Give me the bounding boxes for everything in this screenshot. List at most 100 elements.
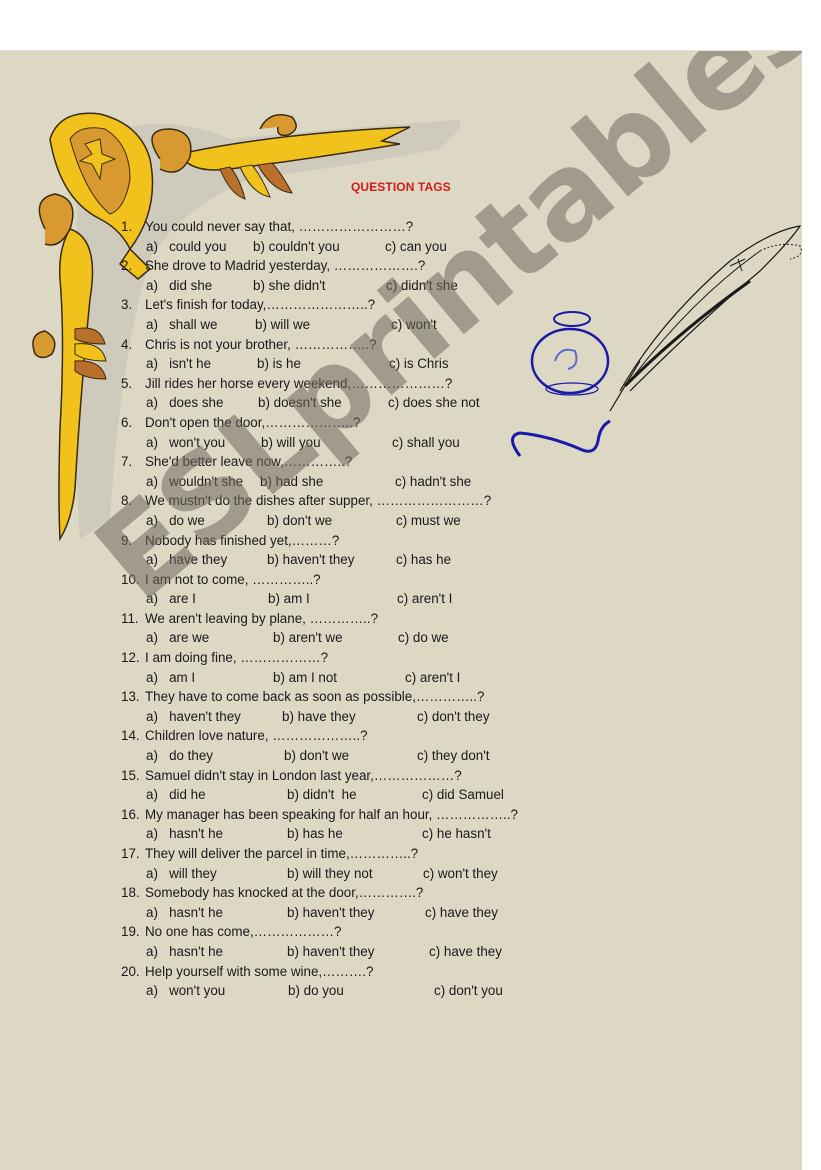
question-number: 17. — [121, 846, 140, 861]
question-number: 9. — [121, 532, 133, 548]
question-text: Chris is not your brother, ……………..? — [145, 336, 377, 352]
answer-option-b: b) has he — [287, 826, 343, 842]
answer-option-b: b) will you — [261, 434, 321, 450]
answer-option-a: a) wouldn't she — [146, 473, 244, 489]
answer-option-b: b) haven't they — [287, 904, 375, 920]
answer-option-b: b) am I not — [273, 669, 338, 685]
question-text: Samuel didn't stay in London last year,…… — [145, 767, 462, 783]
inkwell-quill-icon — [511, 225, 802, 457]
answer-option-a: a) am I — [146, 669, 196, 685]
answer-option-b: b) aren't we — [273, 630, 343, 646]
answer-option-b: b) don't we — [284, 748, 350, 764]
question-text: We aren't leaving by plane, …………..? — [145, 610, 379, 626]
answer-option-a: a) do we — [146, 512, 205, 528]
answer-option-a: a) did she — [146, 277, 213, 293]
answer-option-b: b) didn't he — [287, 787, 357, 803]
question-number: 2. — [121, 258, 133, 274]
answer-option-b: b) have they — [282, 708, 356, 724]
question-number: 19. — [121, 924, 140, 940]
answer-option-c: c) must we — [396, 512, 461, 528]
question-number: 12. — [121, 650, 140, 666]
question-number: 14. — [121, 728, 140, 744]
answer-option-a: a) hasn't he — [146, 904, 223, 920]
answer-option-c: c) have they — [425, 904, 498, 920]
answer-option-b: b) will they not — [287, 865, 373, 881]
answer-option-a: a) does she — [146, 395, 224, 411]
answer-option-c: c) they don't — [417, 748, 490, 764]
question-text: We mustn't do the dishes after supper, …… — [145, 493, 492, 509]
question-number: 8. — [121, 493, 133, 509]
answer-option-a: a) are I — [146, 591, 196, 607]
question-number: 7. — [121, 454, 133, 470]
answer-option-a: a) won't you — [146, 983, 226, 999]
answer-option-a: a) will they — [146, 865, 217, 881]
question-text: They will deliver the parcel in time,………… — [145, 846, 419, 861]
question-text: Don't open the door,………………..? — [145, 414, 361, 430]
question-text: Children love nature, ………………..? — [145, 728, 368, 744]
answer-option-c: c) he hasn't — [422, 826, 491, 842]
worksheet-page: QUESTION TAGS 1. You could never say that… — [0, 50, 802, 1170]
answer-option-c: c) did Samuel — [422, 787, 504, 803]
question-number: 13. — [121, 689, 140, 705]
answer-option-c: c) have they — [429, 943, 502, 959]
question-number: 3. — [121, 297, 133, 313]
answer-option-b: b) couldn't you — [253, 238, 340, 254]
question-number: 6. — [121, 414, 133, 430]
question-number: 10. — [121, 571, 140, 587]
question-number: 20. — [121, 963, 140, 979]
question-number: 16. — [121, 806, 140, 822]
question-text: Nobody has finished yet,………? — [145, 532, 340, 548]
answer-option-a: a) isn't he — [146, 356, 212, 372]
question-number: 4. — [121, 336, 133, 352]
answer-option-a: a) could you — [146, 238, 227, 254]
answer-option-a: a) hasn't he — [146, 943, 223, 959]
question-text: My manager has been speaking for half an… — [145, 806, 518, 822]
answer-option-b: b) haven't they — [287, 943, 375, 959]
worksheet-title: QUESTION TAGS — [351, 180, 451, 194]
answer-option-b: b) will we — [255, 316, 311, 332]
answer-option-b: b) had she — [260, 473, 324, 489]
answer-option-c: c) hadn't she — [395, 473, 472, 489]
question-text: She'd better leave now,…………..? — [145, 454, 353, 470]
answer-option-c: c) don't you — [434, 983, 503, 999]
answer-option-a: a) won't you — [146, 434, 226, 450]
answer-option-b: b) am I — [268, 591, 310, 607]
answer-option-a: a) have they — [146, 552, 228, 568]
answer-option-a: a) shall we — [146, 316, 218, 332]
answer-option-c: c) won't they — [423, 865, 498, 881]
answer-option-a: a) are we — [146, 630, 210, 646]
question-text: I am not to come, …………..? — [145, 571, 321, 587]
answer-option-c: c) do we — [398, 630, 449, 646]
question-number: 5. — [121, 375, 133, 391]
answer-option-b: b) haven't they — [267, 552, 355, 568]
question-text: Help yourself with some wine,……….? — [145, 963, 374, 979]
question-text: Jill rides her horse every weekend,……………… — [145, 375, 453, 391]
question-number: 18. — [121, 885, 140, 901]
question-number: 11. — [121, 610, 139, 626]
answer-option-c: c) didn't she — [386, 277, 458, 293]
question-text: They have to come back as soon as possib… — [145, 689, 485, 705]
answer-option-b: b) she didn't — [253, 277, 326, 293]
question-number: 1. — [121, 219, 133, 234]
question-text: Let's finish for today,…………………..? — [145, 297, 376, 313]
answer-option-b: b) is he — [257, 356, 301, 372]
answer-option-c: c) does she not — [388, 395, 480, 411]
answer-option-c: c) shall you — [392, 434, 460, 450]
answer-option-c: c) can you — [385, 238, 447, 254]
question-text: I am doing fine, ………………? — [145, 650, 329, 666]
question-text: Somebody has knocked at the door,………….? — [145, 885, 424, 901]
question-text: No one has come,………………? — [145, 924, 342, 940]
question-text: She drove to Madrid yesterday, ……………….? — [145, 258, 426, 274]
answer-option-b: b) do you — [288, 983, 344, 999]
question-number: 15. — [121, 767, 140, 783]
answer-option-c: c) is Chris — [389, 356, 449, 372]
answer-option-a: a) hasn't he — [146, 826, 223, 842]
answer-option-a: a) did he — [146, 787, 206, 803]
question-text: You could never say that, ……………………? — [145, 219, 414, 234]
answer-option-b: b) doesn't she — [258, 395, 342, 411]
answer-option-c: c) don't they — [417, 708, 490, 724]
answer-option-c: c) aren't I — [397, 591, 453, 607]
answer-option-c: c) aren't I — [405, 669, 461, 685]
answer-option-a: a) do they — [146, 748, 213, 764]
answer-option-a: a) haven't they — [146, 708, 241, 724]
